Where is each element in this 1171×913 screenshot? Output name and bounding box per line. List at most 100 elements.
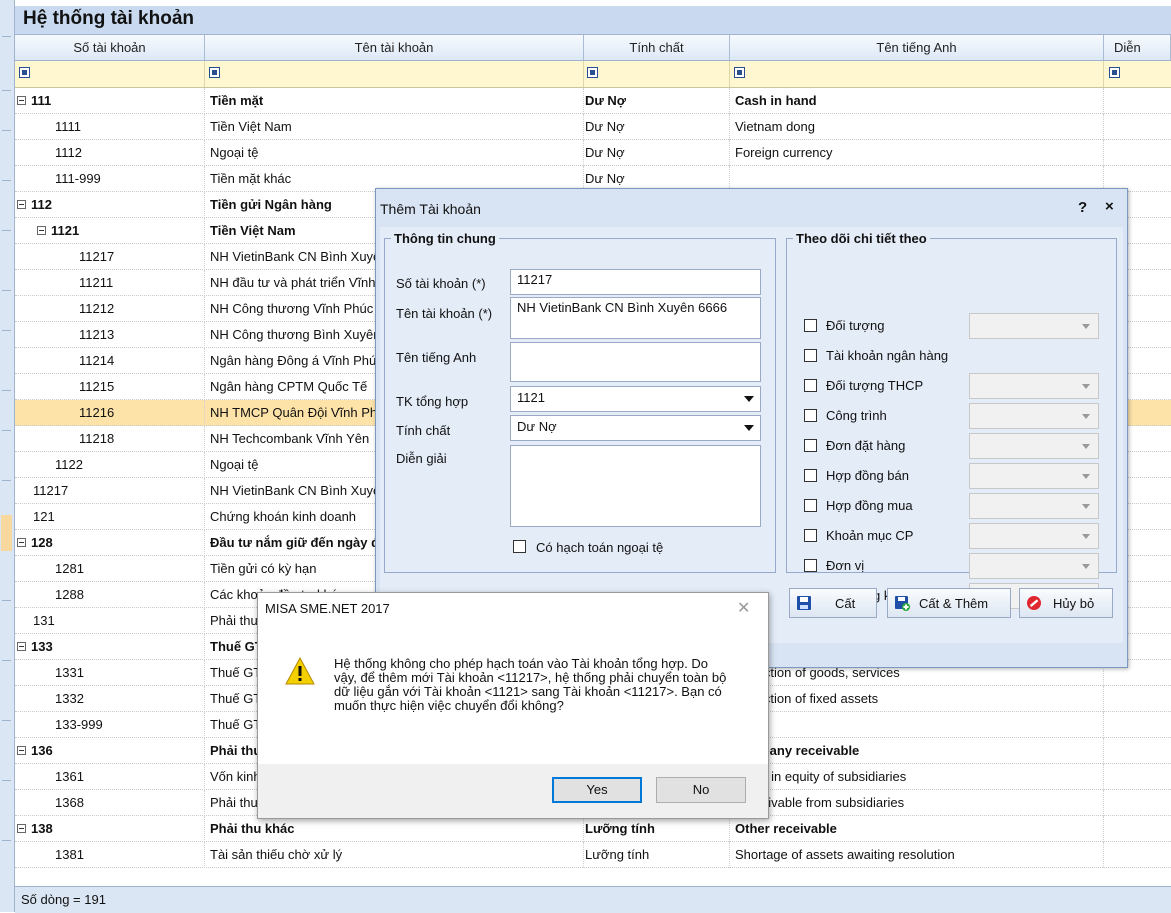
cell-account-name: Phải thu khác [210, 821, 295, 836]
cell-account-no: 1111 [55, 119, 82, 134]
row-count: Số dòng = 191 [21, 892, 106, 907]
cell-account-no: 11216 [79, 405, 115, 420]
column-header-nature[interactable]: Tính chất [584, 35, 730, 60]
cell-english-name: Other receivable [735, 821, 837, 836]
cell-english-name: r receivable from subsidiaries [735, 795, 905, 810]
dialog-body: Thông tin chung Số tài khoản (*) 11217 T… [380, 227, 1123, 643]
tracking-label: Hợp đồng bán [826, 468, 909, 483]
tracking-label: Tài khoản ngân hàng [826, 348, 949, 363]
column-header-account-name[interactable]: Tên tài khoản [205, 35, 584, 60]
table-row[interactable]: 1381 Tài sản thiếu chờ xử lý Lưỡng tính Sho… [15, 842, 1171, 868]
cell-english-name: company receivable [735, 743, 860, 758]
column-header-desc[interactable]: Diễn [1104, 35, 1171, 60]
cell-account-name: Ngoại tệ [210, 145, 259, 160]
table-row[interactable]: 1112 Ngoại tệ Dư Nợ Foreign currency [15, 140, 1171, 166]
tracking-checkbox[interactable] [804, 499, 817, 512]
account-no-label: Số tài khoản (*) [396, 276, 486, 291]
cell-account-no: 131 [33, 613, 55, 628]
tracking-combo [969, 403, 1099, 429]
tracking-checkbox[interactable] [804, 469, 817, 482]
tracking-label: Đối tượng THCP [826, 378, 924, 393]
cell-english-name [735, 712, 1095, 738]
window-title-bar: Hệ thống tài khoản [15, 6, 1171, 35]
save-and-add-label: Cất & Thêm [919, 596, 989, 611]
cell-account-no: 1368 [55, 795, 84, 810]
foreign-currency-checkbox[interactable] [513, 540, 526, 553]
filter-icon[interactable] [209, 67, 220, 78]
cell-account-no: 133 [17, 634, 53, 660]
close-icon[interactable]: ✕ [737, 598, 750, 618]
chevron-down-icon[interactable] [738, 387, 760, 411]
collapse-toggle-icon[interactable] [17, 642, 26, 652]
tracking-label: Công trình [826, 408, 887, 423]
description-input[interactable] [510, 445, 761, 527]
tracking-combo [969, 493, 1099, 519]
cancel-button[interactable]: Hủy bỏ [1019, 588, 1113, 618]
left-panel-strip [0, 0, 15, 912]
collapse-toggle-icon[interactable] [17, 824, 26, 834]
cell-english-name: Cash in hand [735, 93, 817, 108]
collapse-toggle-icon[interactable] [37, 226, 46, 236]
tracking-checkbox[interactable] [804, 379, 817, 392]
tracking-checkbox[interactable] [804, 529, 817, 542]
filter-icon[interactable] [19, 67, 30, 78]
table-row[interactable]: 111 Tiền mặt Dư Nợ Cash in hand [15, 88, 1171, 114]
cell-english-name: Foreign currency [735, 145, 833, 160]
nature-combo[interactable]: Dư Nợ [510, 415, 761, 441]
collapse-toggle-icon[interactable] [17, 96, 26, 106]
cell-english-name: Shortage of assets awaiting resolution [735, 847, 955, 862]
close-icon[interactable]: × [1105, 198, 1114, 215]
cell-account-no: 136 [17, 738, 53, 764]
no-button[interactable]: No [656, 777, 746, 803]
collapse-toggle-icon[interactable] [17, 746, 26, 756]
tracking-combo [969, 553, 1099, 579]
filter-icon[interactable] [1109, 67, 1120, 78]
english-name-label: Tên tiếng Anh [396, 350, 477, 365]
chevron-down-icon[interactable] [738, 416, 760, 440]
save-button[interactable]: Cất [789, 588, 877, 618]
table-row[interactable]: 1111 Tiền Việt Nam Dư Nợ Vietnam dong [15, 114, 1171, 140]
cell-account-no: 128 [17, 530, 53, 556]
yes-button[interactable]: Yes [552, 777, 642, 803]
cell-account-no: 11217 [33, 483, 69, 498]
cell-account-no: 1281 [55, 561, 84, 576]
account-no-input[interactable]: 11217 [510, 269, 761, 295]
window-title: Hệ thống tài khoản [23, 8, 194, 29]
cell-account-no: 1288 [55, 587, 84, 602]
filter-icon[interactable] [587, 67, 598, 78]
filter-icon[interactable] [734, 67, 745, 78]
message-box-footer: Yes No [258, 764, 768, 818]
account-name-input[interactable]: NH VietinBank CN Bình Xuyên 6666 [510, 297, 761, 339]
description-label: Diễn giải [396, 451, 447, 466]
tracking-checkbox[interactable] [804, 559, 817, 572]
dialog-title-bar: Thêm Tài khoản ? × [376, 189, 1127, 227]
cell-account-no: 111-999 [55, 171, 101, 186]
cell-account-no: 1381 [55, 847, 84, 862]
tracking-checkbox[interactable] [804, 409, 817, 422]
nature-label: Tính chất [396, 423, 451, 438]
cell-account-no: 111 [17, 88, 51, 114]
cell-account-no: 112 [17, 192, 52, 218]
english-name-input[interactable] [510, 342, 761, 382]
cell-account-no: 11218 [79, 431, 115, 446]
tracking-checkbox[interactable] [804, 349, 817, 362]
collapse-toggle-icon[interactable] [17, 200, 26, 210]
tracking-combo [969, 433, 1099, 459]
column-header-english[interactable]: Tên tiếng Anh [730, 35, 1104, 60]
tracking-checkbox[interactable] [804, 439, 817, 452]
parent-account-value: 1121 [517, 390, 545, 405]
cell-account-no: 1121 [37, 218, 79, 244]
help-icon[interactable]: ? [1078, 199, 1087, 216]
cell-english-name: deduction of fixed assets [735, 691, 879, 706]
cell-account-no: 121 [33, 509, 55, 524]
cell-account-no: 1112 [55, 145, 82, 160]
parent-account-combo[interactable]: 1121 [510, 386, 761, 412]
collapse-toggle-icon[interactable] [17, 538, 26, 548]
save-and-add-button[interactable]: Cất & Thêm [887, 588, 1011, 618]
foreign-currency-label: Có hạch toán ngoại tệ [536, 540, 664, 555]
tracking-group: Theo dõi chi tiết theo [786, 231, 1117, 573]
confirmation-message-box: MISA SME.NET 2017 ✕ Hệ thống không cho p… [257, 592, 769, 819]
tracking-checkbox[interactable] [804, 319, 817, 332]
column-header-account-no[interactable]: Số tài khoản [15, 35, 205, 60]
table-row[interactable]: 138 Phải thu khác Lưỡng tính Other receivab… [15, 816, 1171, 842]
